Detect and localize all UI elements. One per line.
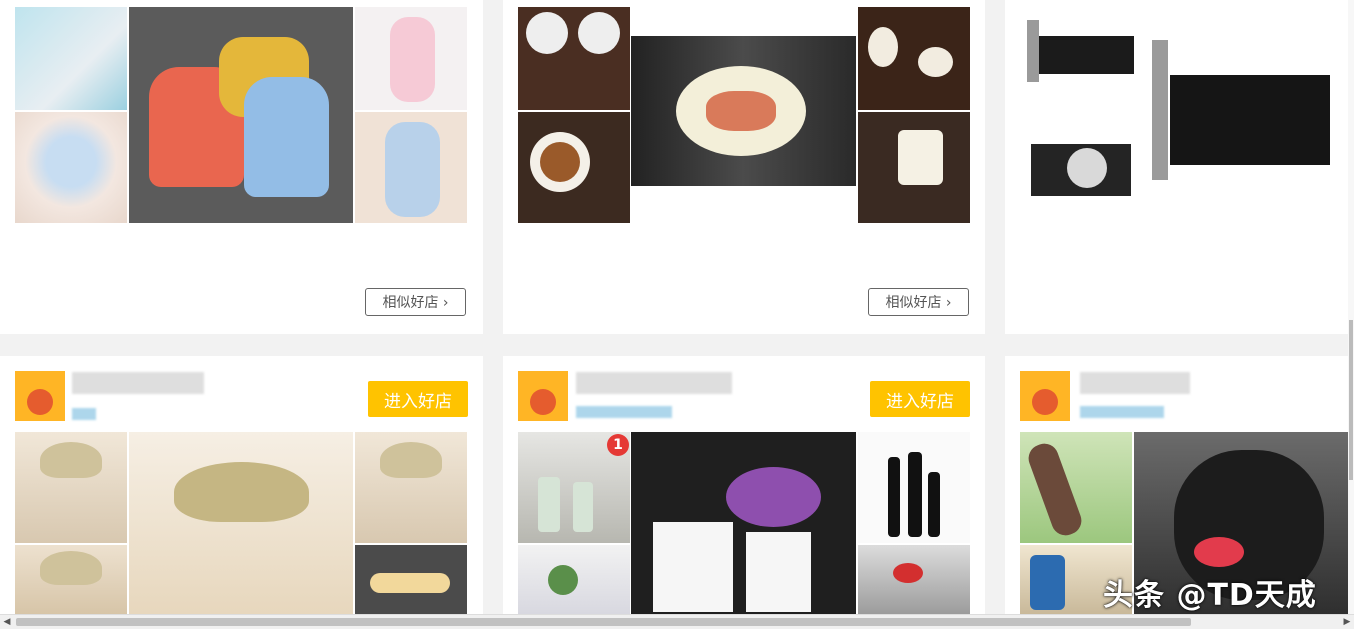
shop-name-blurred bbox=[576, 372, 732, 394]
product-image[interactable] bbox=[1020, 432, 1132, 543]
product-image[interactable] bbox=[355, 112, 467, 223]
shop-tag-blurred bbox=[576, 406, 672, 418]
product-image[interactable] bbox=[858, 112, 970, 223]
shop-name-blurred bbox=[72, 372, 204, 394]
notification-badge: 1 bbox=[607, 434, 629, 456]
product-image-gpu[interactable] bbox=[1025, 138, 1137, 203]
shop-avatar[interactable] bbox=[518, 371, 568, 421]
horizontal-scrollbar[interactable]: ◀ ▶ bbox=[0, 614, 1354, 629]
product-image[interactable] bbox=[858, 545, 970, 614]
product-image[interactable] bbox=[355, 545, 467, 614]
shop-name-blurred bbox=[1080, 372, 1190, 394]
shop-card-baby-clothes: 相似好店 › bbox=[0, 0, 483, 334]
shop-avatar[interactable] bbox=[1020, 371, 1070, 421]
product-image[interactable] bbox=[15, 112, 127, 223]
product-image[interactable] bbox=[518, 545, 630, 614]
scroll-left-arrow-icon[interactable]: ◀ bbox=[0, 615, 14, 629]
horizontal-scrollbar-thumb[interactable] bbox=[16, 618, 1191, 626]
product-image[interactable] bbox=[518, 112, 630, 223]
product-image-gpu-main[interactable] bbox=[1140, 30, 1335, 190]
shop-card-flowers: 进入好店 1 bbox=[503, 356, 985, 614]
product-image[interactable] bbox=[355, 432, 467, 543]
product-image[interactable] bbox=[15, 545, 127, 614]
watermark-text: 头条 @TD天成 bbox=[1103, 578, 1317, 613]
product-image[interactable] bbox=[355, 7, 467, 110]
product-image-main[interactable] bbox=[631, 432, 856, 614]
product-image-main[interactable] bbox=[129, 432, 353, 614]
product-image[interactable] bbox=[15, 432, 127, 543]
product-image-gpu[interactable] bbox=[1025, 14, 1137, 86]
shop-card-tableware: 相似好店 › bbox=[503, 0, 985, 334]
vertical-scrollbar[interactable] bbox=[1348, 0, 1354, 614]
vertical-scrollbar-thumb[interactable] bbox=[1349, 320, 1353, 480]
similar-shops-button[interactable]: 相似好店 › bbox=[365, 288, 466, 316]
product-image[interactable] bbox=[858, 432, 970, 543]
enter-shop-button[interactable]: 进入好店 bbox=[870, 381, 970, 417]
product-image[interactable]: 1 bbox=[518, 432, 630, 543]
shop-card-graphics-cards bbox=[1005, 0, 1348, 334]
shop-tag-blurred bbox=[72, 408, 96, 420]
product-image[interactable] bbox=[858, 7, 970, 110]
shop-avatar[interactable] bbox=[15, 371, 65, 421]
shop-tag-blurred bbox=[1080, 406, 1164, 418]
product-image[interactable] bbox=[518, 7, 630, 110]
product-image[interactable] bbox=[15, 7, 127, 110]
similar-shops-button[interactable]: 相似好店 › bbox=[868, 288, 969, 316]
product-image-main[interactable] bbox=[631, 36, 856, 186]
shop-card-lamps: 进入好店 bbox=[0, 356, 483, 614]
scroll-right-arrow-icon[interactable]: ▶ bbox=[1340, 615, 1354, 629]
enter-shop-button[interactable]: 进入好店 bbox=[368, 381, 468, 417]
product-image-main[interactable] bbox=[129, 7, 353, 223]
